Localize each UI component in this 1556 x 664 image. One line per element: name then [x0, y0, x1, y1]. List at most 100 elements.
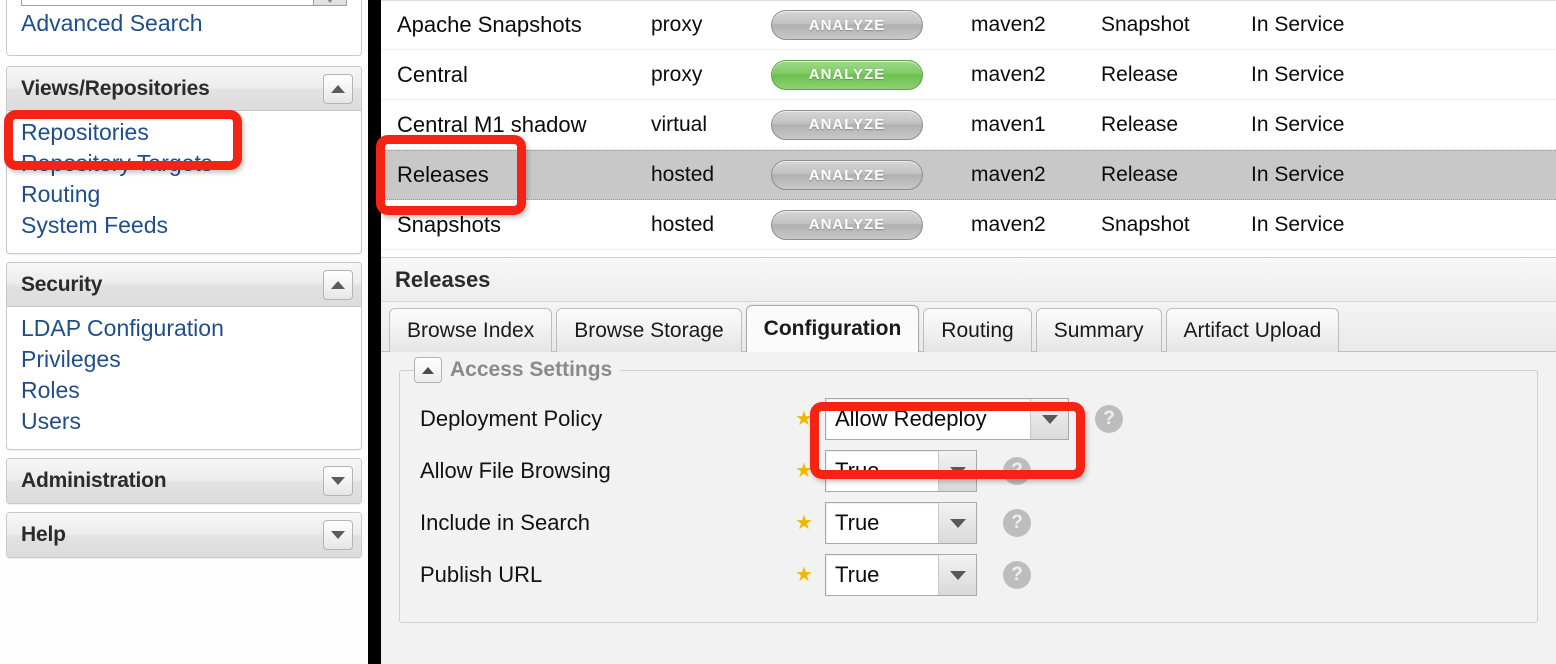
panel-header-security[interactable]: Security [7, 263, 361, 307]
star-icon: ★ [795, 408, 813, 430]
analyze-button[interactable]: ANALYZE [771, 59, 923, 90]
triangle-down-icon [331, 477, 345, 485]
publish-url-select[interactable]: True [825, 554, 977, 596]
sidebar-item-ldap-configuration[interactable]: LDAP Configuration [21, 313, 347, 344]
chevron-down-icon[interactable] [938, 555, 976, 595]
panel-expand-button[interactable] [323, 466, 353, 496]
table-row[interactable]: Central M1 shadow virtual ANALYZE maven1… [381, 100, 1556, 150]
panel-expand-button[interactable] [323, 520, 353, 550]
allow-file-browsing-select[interactable]: True [825, 450, 977, 492]
repo-health: ANALYZE [771, 160, 971, 190]
star-icon: ★ [795, 564, 813, 586]
repo-policy: Snapshot [1101, 212, 1190, 236]
panel-header-views-repositories[interactable]: Views/Repositories [7, 67, 361, 111]
panel-title: Security [21, 272, 103, 296]
left-sidebar: Advanced Search Views/Repositories Repos… [0, 0, 368, 664]
table-row[interactable]: Apache Snapshots proxy ANALYZE maven2 Sn… [381, 0, 1556, 50]
advanced-search-link[interactable]: Advanced Search [21, 10, 203, 37]
repo-status: In Service [1251, 212, 1345, 236]
tab-browse-storage[interactable]: Browse Storage [556, 308, 742, 352]
star-icon: ★ [795, 512, 813, 534]
repo-name: Releases [397, 162, 489, 187]
chevron-down-icon[interactable] [938, 503, 976, 543]
tab-configuration[interactable]: Configuration [745, 305, 920, 352]
repo-health: ANALYZE [771, 209, 971, 240]
repo-format: maven2 [971, 163, 1046, 186]
repo-policy: Release [1101, 62, 1179, 86]
repo-health: ANALYZE [771, 10, 971, 40]
panel-body: LDAP Configuration Privileges Roles User… [7, 307, 361, 449]
question-mark-icon[interactable]: ? [1095, 405, 1123, 433]
question-mark-icon[interactable]: ? [1003, 561, 1031, 589]
repository-detail-panel: Releases Browse Index Browse Storage Con… [381, 258, 1556, 664]
table-row[interactable]: Central proxy ANALYZE maven2 Release In … [381, 50, 1556, 100]
sidebar-item-routing[interactable]: Routing [21, 179, 347, 210]
panel-header-administration[interactable]: Administration [7, 459, 361, 503]
repo-status: In Service [1251, 163, 1345, 186]
panel-collapse-button[interactable] [323, 74, 353, 104]
analyze-button[interactable]: ANALYZE [771, 109, 923, 140]
repo-policy: Snapshot [1101, 13, 1190, 36]
search-input[interactable] [21, 0, 313, 6]
chevron-down-icon[interactable] [1030, 399, 1068, 439]
tab-routing[interactable]: Routing [923, 308, 1032, 352]
triangle-up-icon [331, 85, 345, 93]
repo-type: proxy [651, 62, 703, 86]
field-row-include-in-search: Include in Search ★ True ? [400, 497, 1537, 549]
analyze-button[interactable]: ANALYZE [771, 209, 923, 240]
sidebar-item-repositories[interactable]: Repositories [21, 117, 347, 148]
sidebar-panel-security: Security LDAP Configuration Privileges R… [6, 262, 362, 450]
panel-collapse-button[interactable] [323, 270, 353, 300]
table-row[interactable]: Snapshots hosted ANALYZE maven2 Snapshot… [381, 200, 1556, 250]
select-value: True [835, 510, 880, 535]
fieldset-collapse-button[interactable] [414, 357, 442, 383]
panel-title: Views/Repositories [21, 76, 210, 100]
repo-name: Central [397, 61, 468, 87]
question-mark-icon[interactable]: ? [1003, 509, 1031, 537]
sidebar-item-privileges[interactable]: Privileges [21, 344, 347, 375]
repo-format: maven2 [971, 212, 1046, 236]
sidebar-item-users[interactable]: Users [21, 406, 347, 437]
field-label: Publish URL [420, 562, 543, 587]
sidebar-panel-administration: Administration [6, 458, 362, 504]
triangle-up-icon [331, 281, 345, 289]
repo-format: maven2 [971, 13, 1046, 36]
sidebar-panel-help: Help [6, 512, 362, 558]
field-label: Deployment Policy [420, 406, 603, 431]
triangle-up-icon [422, 366, 434, 374]
repositories-grid: Apache Snapshots proxy ANALYZE maven2 Sn… [381, 0, 1556, 258]
panel-title: Help [21, 523, 66, 546]
tab-summary[interactable]: Summary [1035, 308, 1162, 352]
repo-health: ANALYZE [771, 59, 971, 90]
include-in-search-select[interactable]: True [825, 502, 977, 544]
repo-status: In Service [1251, 62, 1345, 86]
sidebar-panel-views-repositories: Views/Repositories Repositories Reposito… [6, 66, 362, 254]
repo-type: proxy [651, 13, 703, 36]
repo-row-releases[interactable]: Releases hosted ANALYZE maven2 Release I… [381, 150, 1556, 200]
chevron-down-icon[interactable] [938, 451, 976, 491]
field-label: Allow File Browsing [420, 458, 611, 483]
deployment-policy-select[interactable]: Allow Redeploy [825, 398, 1069, 440]
repo-format: maven2 [971, 62, 1046, 86]
repo-policy: Release [1101, 112, 1179, 136]
repo-format: maven1 [971, 112, 1046, 136]
field-row-allow-file-browsing: Allow File Browsing ★ True ? [400, 445, 1537, 497]
search-dropdown-button[interactable] [313, 0, 347, 6]
repo-type: virtual [651, 112, 708, 136]
question-mark-icon[interactable]: ? [1003, 457, 1031, 485]
repo-name: Apache Snapshots [397, 12, 582, 37]
search-panel: Advanced Search [6, 0, 362, 56]
repo-type: hosted [651, 163, 715, 186]
analyze-button[interactable]: ANALYZE [771, 10, 923, 40]
panel-divider [368, 0, 381, 664]
nexus-repository-manager-screen: Advanced Search Views/Repositories Repos… [0, 0, 1556, 664]
triangle-down-icon [331, 531, 345, 539]
sidebar-item-roles[interactable]: Roles [21, 375, 347, 406]
tab-artifact-upload[interactable]: Artifact Upload [1165, 308, 1340, 352]
sidebar-item-system-feeds[interactable]: System Feeds [21, 210, 347, 241]
analyze-button[interactable]: ANALYZE [771, 160, 923, 190]
sidebar-item-repository-targets[interactable]: Repository Targets [21, 148, 347, 179]
tab-browse-index[interactable]: Browse Index [389, 308, 553, 352]
repo-name: Snapshots [397, 211, 501, 237]
panel-header-help[interactable]: Help [7, 513, 361, 557]
